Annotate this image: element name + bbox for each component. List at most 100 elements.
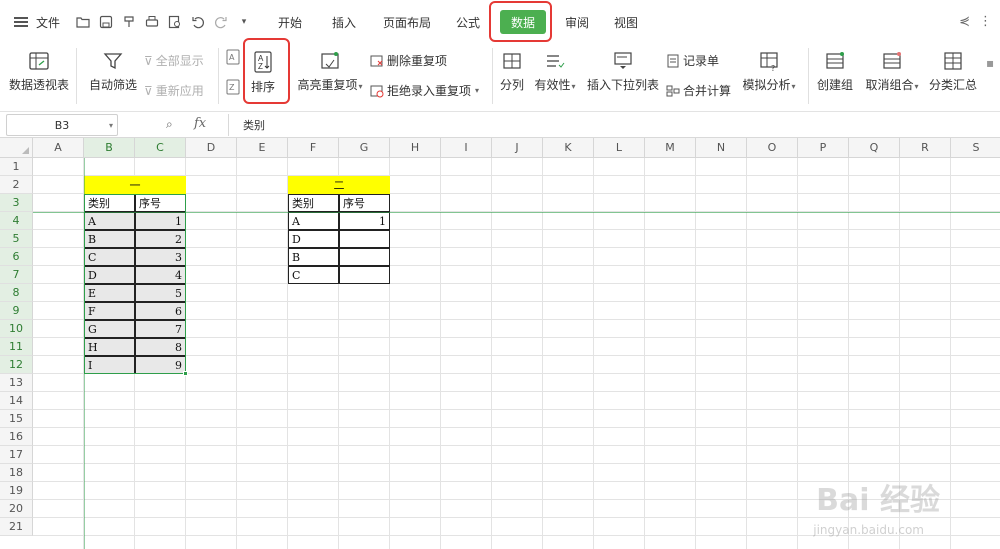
sort-ascending-icon[interactable]: A	[226, 49, 240, 65]
table1-category-cell[interactable]: B	[84, 230, 135, 248]
sort-button[interactable]: AZ 排序	[248, 50, 278, 95]
table1-index-cell[interactable]: 7	[135, 320, 186, 338]
column-header[interactable]: A	[33, 138, 84, 158]
row-header[interactable]: 14	[0, 392, 33, 410]
row-header[interactable]: 19	[0, 482, 33, 500]
open-folder-icon[interactable]	[76, 15, 90, 29]
undo-icon[interactable]	[191, 15, 205, 29]
table2-category-cell[interactable]: B	[288, 248, 339, 266]
column-header[interactable]: Q	[849, 138, 900, 158]
table1-category-cell[interactable]: H	[84, 338, 135, 356]
pivot-table-button[interactable]: 数据透视表	[8, 50, 70, 93]
row-header[interactable]: 15	[0, 410, 33, 428]
table1-index-cell[interactable]: 5	[135, 284, 186, 302]
column-header[interactable]: N	[696, 138, 747, 158]
table2-header-category[interactable]: 类别	[288, 194, 339, 212]
save-icon[interactable]	[99, 15, 113, 29]
table1-index-cell[interactable]: 2	[135, 230, 186, 248]
column-header[interactable]: J	[492, 138, 543, 158]
table2-category-cell[interactable]: D	[288, 230, 339, 248]
table1-header-index[interactable]: 序号	[135, 194, 186, 212]
column-header[interactable]: H	[390, 138, 441, 158]
name-box[interactable]: B3 ▾	[6, 114, 118, 136]
row-header[interactable]: 11	[0, 338, 33, 356]
table1-index-cell[interactable]: 1	[135, 212, 186, 230]
more-options-icon[interactable]: ⋮	[979, 14, 992, 29]
sort-descending-icon[interactable]: Z	[226, 79, 240, 95]
table1-title-cell[interactable]: 一	[84, 176, 186, 194]
row-header[interactable]: 1	[0, 158, 33, 176]
file-menu[interactable]: 文件	[36, 14, 60, 31]
delete-duplicates-button[interactable]: 删除重复项	[370, 52, 447, 69]
record-form-button[interactable]: 记录单	[666, 52, 719, 69]
customize-toolbar-icon[interactable]: ▾	[237, 15, 251, 29]
column-header[interactable]: D	[186, 138, 237, 158]
tab-home[interactable]: 开始	[264, 10, 316, 34]
create-group-button[interactable]: 创建组	[814, 50, 856, 93]
subtotal-button[interactable]: 分类汇总	[928, 50, 978, 93]
table1-index-cell[interactable]: 8	[135, 338, 186, 356]
format-painter-icon[interactable]	[122, 15, 136, 29]
column-header[interactable]: M	[645, 138, 696, 158]
table1-category-cell[interactable]: F	[84, 302, 135, 320]
column-header[interactable]: C	[135, 138, 186, 158]
row-header[interactable]: 10	[0, 320, 33, 338]
autofilter-button[interactable]: 自动筛选	[88, 50, 138, 93]
row-header[interactable]: 20	[0, 500, 33, 518]
table2-index-cell[interactable]	[339, 266, 390, 284]
table2-title-cell[interactable]: 二	[288, 176, 390, 194]
zoom-lookup-icon[interactable]: ⌕	[166, 117, 173, 132]
ribbon-overflow-icon[interactable]: ▪	[986, 56, 994, 70]
highlight-duplicates-button[interactable]: 高亮重复项▾	[292, 50, 368, 93]
validity-button[interactable]: 有效性▾	[532, 50, 578, 93]
show-all-button[interactable]: ⊽ 全部显示	[144, 52, 204, 69]
select-all-corner[interactable]	[0, 138, 33, 158]
consolidate-button[interactable]: 合并计算	[666, 82, 731, 99]
row-header[interactable]: 4	[0, 212, 33, 230]
row-header[interactable]: 13	[0, 374, 33, 392]
table1-index-cell[interactable]: 3	[135, 248, 186, 266]
tab-data[interactable]: 数据	[500, 10, 546, 34]
tab-page-layout[interactable]: 页面布局	[372, 10, 442, 34]
table1-category-cell[interactable]: G	[84, 320, 135, 338]
table1-category-cell[interactable]: E	[84, 284, 135, 302]
table2-category-cell[interactable]: A	[288, 212, 339, 230]
row-header[interactable]: 6	[0, 248, 33, 266]
table2-index-cell[interactable]	[339, 230, 390, 248]
redo-icon[interactable]	[214, 15, 228, 29]
table1-index-cell[interactable]: 4	[135, 266, 186, 284]
print-icon[interactable]	[145, 15, 159, 29]
table1-index-cell[interactable]: 9	[135, 356, 186, 374]
split-column-button[interactable]: 分列	[498, 50, 526, 93]
reapply-button[interactable]: ⊽ 重新应用	[144, 82, 204, 99]
hamburger-menu-icon[interactable]	[14, 17, 28, 27]
row-header[interactable]: 2	[0, 176, 33, 194]
reject-duplicates-button[interactable]: 拒绝录入重复项 ▾	[370, 82, 479, 99]
column-header[interactable]: O	[747, 138, 798, 158]
column-header[interactable]: G	[339, 138, 390, 158]
row-header[interactable]: 18	[0, 464, 33, 482]
tab-view[interactable]: 视图	[600, 10, 652, 34]
table2-index-cell[interactable]	[339, 248, 390, 266]
table1-category-cell[interactable]: I	[84, 356, 135, 374]
table1-header-category[interactable]: 类别	[84, 194, 135, 212]
row-header[interactable]: 5	[0, 230, 33, 248]
column-header[interactable]: E	[237, 138, 288, 158]
tab-formulas[interactable]: 公式	[442, 10, 494, 34]
row-header[interactable]: 12	[0, 356, 33, 374]
ungroup-button[interactable]: 取消组合▾	[862, 50, 922, 93]
tab-insert[interactable]: 插入	[316, 10, 372, 34]
table1-category-cell[interactable]: A	[84, 212, 135, 230]
table1-category-cell[interactable]: C	[84, 248, 135, 266]
row-header[interactable]: 8	[0, 284, 33, 302]
column-header[interactable]: B	[84, 138, 135, 158]
column-header[interactable]: I	[441, 138, 492, 158]
table1-index-cell[interactable]: 6	[135, 302, 186, 320]
column-header[interactable]: R	[900, 138, 951, 158]
row-header[interactable]: 17	[0, 446, 33, 464]
row-header[interactable]: 3	[0, 194, 33, 212]
table1-category-cell[interactable]: D	[84, 266, 135, 284]
insert-dropdown-list-button[interactable]: 插入下拉列表	[586, 50, 660, 93]
row-header[interactable]: 21	[0, 518, 33, 536]
tab-review[interactable]: 审阅	[554, 10, 600, 34]
